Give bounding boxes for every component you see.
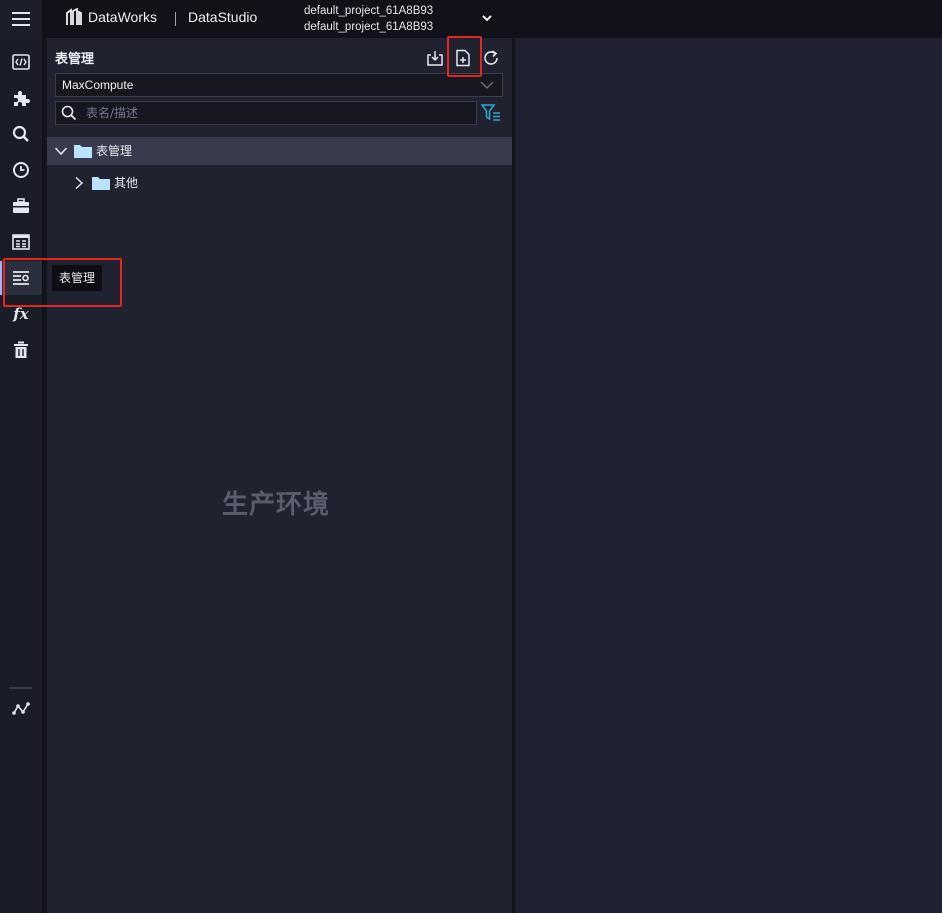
tree-node-label: 表管理 xyxy=(96,144,133,158)
code-icon xyxy=(12,54,30,70)
project-name-line2: default_project_61A8B93 xyxy=(304,21,434,33)
tree-node-table-management[interactable]: 表管理 xyxy=(47,137,512,165)
filter-icon[interactable] xyxy=(481,103,501,123)
panel-title: 表管理 xyxy=(55,52,95,67)
project-name-line1: default_project_61A8B93 xyxy=(304,5,434,17)
rail-item-recycle-bin[interactable] xyxy=(0,333,42,367)
editor-area xyxy=(515,38,942,913)
table-search-input[interactable] xyxy=(84,103,472,123)
product-name: DataStudio xyxy=(188,9,258,25)
dataworks-logo-icon xyxy=(66,8,82,25)
brand-separator xyxy=(175,12,176,26)
environment-watermark: 生产环境 xyxy=(222,490,331,520)
highlight-box-new-table xyxy=(447,36,482,77)
chevron-down-icon[interactable] xyxy=(479,10,495,26)
rail-item-components[interactable] xyxy=(0,81,42,115)
highlight-box-rail-item xyxy=(3,258,122,307)
clock-icon xyxy=(13,162,29,178)
chevron-down-icon xyxy=(480,81,494,89)
folder-icon xyxy=(92,177,110,190)
folder-icon xyxy=(74,145,92,158)
main-menu-button[interactable] xyxy=(0,0,42,38)
rail-item-toolkit[interactable] xyxy=(0,189,42,223)
search-icon xyxy=(12,125,29,142)
briefcase-icon xyxy=(13,198,29,213)
search-icon xyxy=(61,105,77,121)
rail-item-data-development[interactable] xyxy=(0,45,42,79)
trash-icon xyxy=(14,341,28,358)
fx-icon: fx xyxy=(13,305,29,323)
hamburger-icon xyxy=(12,12,30,26)
table-icon xyxy=(12,234,30,250)
tree-node-label: 其他 xyxy=(114,176,139,190)
rail-divider xyxy=(10,687,32,689)
tree-node-other[interactable]: 其他 xyxy=(47,169,512,197)
engine-type-select[interactable]: MaxCompute xyxy=(55,73,503,97)
table-management-panel: 表管理 MaxCompute 表名/描述 表管理 其他 生产环境 xyxy=(47,38,512,913)
top-header: DataWorks DataStudio default_project_61A… xyxy=(0,0,942,38)
rail-item-search[interactable] xyxy=(0,117,42,151)
puzzle-icon xyxy=(14,91,30,106)
left-nav-rail: fx xyxy=(0,38,43,913)
project-selector[interactable]: default_project_61A8B93 default_project_… xyxy=(304,3,433,35)
refresh-button[interactable] xyxy=(480,47,502,69)
chevron-right-icon[interactable] xyxy=(72,176,86,190)
import-button[interactable] xyxy=(424,47,446,69)
rail-item-table-view[interactable] xyxy=(0,225,42,259)
brand-name: DataWorks xyxy=(88,9,157,25)
import-icon xyxy=(427,51,443,66)
table-search-box xyxy=(55,101,477,125)
rail-item-history[interactable] xyxy=(0,153,42,187)
chevron-down-icon[interactable] xyxy=(54,144,68,158)
graph-icon xyxy=(12,702,30,715)
engine-type-value: MaxCompute xyxy=(62,78,134,92)
refresh-icon xyxy=(484,50,498,65)
rail-item-lineage[interactable] xyxy=(0,692,42,726)
brand-logo[interactable]: DataWorks xyxy=(66,8,157,26)
